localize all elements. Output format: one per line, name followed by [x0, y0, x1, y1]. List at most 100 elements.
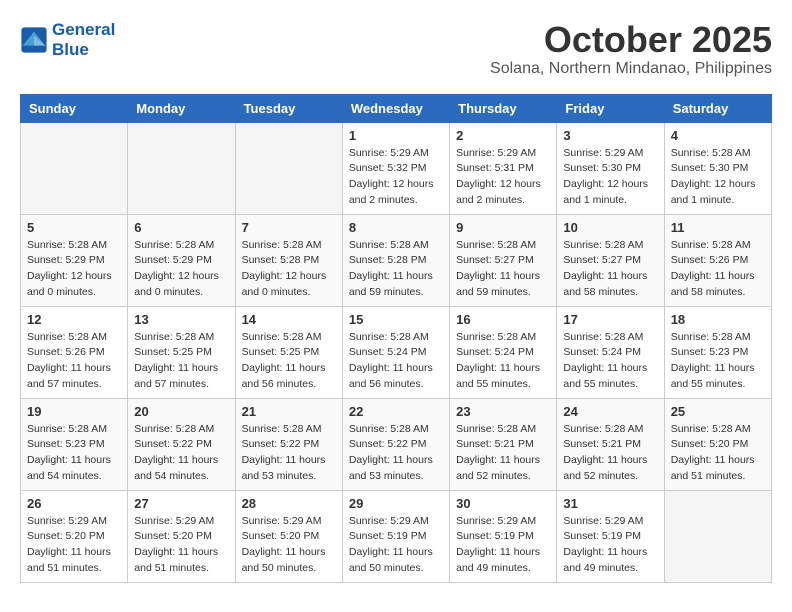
calendar-cell: 13Sunrise: 5:28 AMSunset: 5:25 PMDayligh…	[128, 306, 235, 398]
day-info: Sunrise: 5:29 AMSunset: 5:20 PMDaylight:…	[134, 514, 228, 577]
calendar-week-2: 5 Sunrise: 5:28 AMSunset: 5:29 PMDaylight…	[21, 214, 772, 306]
calendar-cell: 15 Sunrise: 5:28 AMSunset: 5:24 PMDayligh…	[342, 306, 449, 398]
day-info: Sunrise: 5:28 AMSunset: 5:22 PMDaylight:…	[349, 422, 443, 485]
calendar-cell: 11 Sunrise: 5:28 AMSunset: 5:26 PMDayligh…	[664, 214, 771, 306]
day-info: Sunrise: 5:28 AMSunset: 5:21 PMDaylight:…	[563, 422, 657, 485]
day-info: Sunrise: 5:28 AMSunset: 5:22 PMDaylight:…	[134, 422, 228, 485]
calendar-cell: 19 Sunrise: 5:28 AMSunset: 5:23 PMDayligh…	[21, 398, 128, 490]
weekday-header-friday: Friday	[557, 94, 664, 122]
day-info: Sunrise: 5:28 AMSunset: 5:28 PMDaylight:…	[349, 238, 443, 301]
day-info: Sunrise: 5:29 AMSunset: 5:19 PMDaylight:…	[456, 514, 550, 577]
day-number: 17	[563, 312, 657, 327]
logo-icon	[20, 26, 48, 54]
calendar-cell: 4 Sunrise: 5:28 AMSunset: 5:30 PMDaylight…	[664, 122, 771, 214]
day-info: Sunrise: 5:28 AMSunset: 5:24 PMDaylight:…	[349, 330, 443, 393]
day-info: Sunrise: 5:29 AMSunset: 5:19 PMDaylight:…	[349, 514, 443, 577]
day-number: 2	[456, 128, 550, 143]
calendar-cell: 30 Sunrise: 5:29 AMSunset: 5:19 PMDayligh…	[450, 490, 557, 582]
day-number: 9	[456, 220, 550, 235]
logo: General Blue	[20, 20, 115, 59]
day-info: Sunrise: 5:28 AMSunset: 5:29 PMDaylight:…	[134, 238, 228, 301]
calendar-cell: 12Sunrise: 5:28 AMSunset: 5:26 PMDayligh…	[21, 306, 128, 398]
day-number: 29	[349, 496, 443, 511]
calendar-cell: 1 Sunrise: 5:29 AMSunset: 5:32 PMDaylight…	[342, 122, 449, 214]
day-number: 19	[27, 404, 121, 419]
day-info: Sunrise: 5:29 AMSunset: 5:20 PMDaylight:…	[27, 514, 121, 577]
calendar-cell: 21 Sunrise: 5:28 AMSunset: 5:22 PMDayligh…	[235, 398, 342, 490]
weekday-header-monday: Monday	[128, 94, 235, 122]
day-info: Sunrise: 5:28 AMSunset: 5:28 PMDaylight:…	[242, 238, 336, 301]
day-info: Sunrise: 5:28 AMSunset: 5:21 PMDaylight:…	[456, 422, 550, 485]
day-number: 15	[349, 312, 443, 327]
day-info: Sunrise: 5:29 AMSunset: 5:19 PMDaylight:…	[563, 514, 657, 577]
month-title: October 2025	[490, 20, 772, 60]
calendar-cell	[21, 122, 128, 214]
calendar-cell: 9Sunrise: 5:28 AMSunset: 5:27 PMDaylight…	[450, 214, 557, 306]
calendar-cell	[664, 490, 771, 582]
day-number: 8	[349, 220, 443, 235]
day-number: 7	[242, 220, 336, 235]
calendar-cell: 14 Sunrise: 5:28 AMSunset: 5:25 PMDayligh…	[235, 306, 342, 398]
day-info: Sunrise: 5:28 AMSunset: 5:27 PMDaylight:…	[563, 238, 657, 301]
calendar-cell: 20 Sunrise: 5:28 AMSunset: 5:22 PMDayligh…	[128, 398, 235, 490]
weekday-header-saturday: Saturday	[664, 94, 771, 122]
day-number: 14	[242, 312, 336, 327]
day-number: 21	[242, 404, 336, 419]
calendar-cell: 27 Sunrise: 5:29 AMSunset: 5:20 PMDayligh…	[128, 490, 235, 582]
day-number: 24	[563, 404, 657, 419]
day-number: 23	[456, 404, 550, 419]
calendar-table: SundayMondayTuesdayWednesdayThursdayFrid…	[20, 94, 772, 583]
calendar-cell: 16 Sunrise: 5:28 AMSunset: 5:24 PMDayligh…	[450, 306, 557, 398]
weekday-header-wednesday: Wednesday	[342, 94, 449, 122]
day-number: 10	[563, 220, 657, 235]
day-number: 18	[671, 312, 765, 327]
calendar-cell: 18Sunrise: 5:28 AMSunset: 5:23 PMDayligh…	[664, 306, 771, 398]
day-info: Sunrise: 5:29 AMSunset: 5:20 PMDaylight:…	[242, 514, 336, 577]
day-info: Sunrise: 5:28 AMSunset: 5:24 PMDaylight:…	[563, 330, 657, 393]
day-info: Sunrise: 5:28 AMSunset: 5:26 PMDaylight:…	[671, 238, 765, 301]
day-info: Sunrise: 5:28 AMSunset: 5:22 PMDaylight:…	[242, 422, 336, 485]
day-info: Sunrise: 5:28 AMSunset: 5:24 PMDaylight:…	[456, 330, 550, 393]
day-number: 3	[563, 128, 657, 143]
calendar-week-1: 1 Sunrise: 5:29 AMSunset: 5:32 PMDaylight…	[21, 122, 772, 214]
day-info: Sunrise: 5:28 AMSunset: 5:30 PMDaylight:…	[671, 146, 765, 209]
calendar-cell: 22 Sunrise: 5:28 AMSunset: 5:22 PMDayligh…	[342, 398, 449, 490]
calendar-cell: 7 Sunrise: 5:28 AMSunset: 5:28 PMDaylight…	[235, 214, 342, 306]
day-number: 6	[134, 220, 228, 235]
day-info: Sunrise: 5:28 AMSunset: 5:23 PMDaylight:…	[27, 422, 121, 485]
calendar-cell: 5 Sunrise: 5:28 AMSunset: 5:29 PMDaylight…	[21, 214, 128, 306]
day-number: 31	[563, 496, 657, 511]
day-info: Sunrise: 5:29 AMSunset: 5:32 PMDaylight:…	[349, 146, 443, 209]
calendar-cell: 26 Sunrise: 5:29 AMSunset: 5:20 PMDayligh…	[21, 490, 128, 582]
day-number: 13	[134, 312, 228, 327]
day-info: Sunrise: 5:28 AMSunset: 5:29 PMDaylight:…	[27, 238, 121, 301]
weekday-header-row: SundayMondayTuesdayWednesdayThursdayFrid…	[21, 94, 772, 122]
calendar-cell: 17 Sunrise: 5:28 AMSunset: 5:24 PMDayligh…	[557, 306, 664, 398]
calendar-cell: 2 Sunrise: 5:29 AMSunset: 5:31 PMDaylight…	[450, 122, 557, 214]
logo-text: General Blue	[52, 20, 115, 59]
day-number: 20	[134, 404, 228, 419]
calendar-cell: 23 Sunrise: 5:28 AMSunset: 5:21 PMDayligh…	[450, 398, 557, 490]
calendar-week-3: 12Sunrise: 5:28 AMSunset: 5:26 PMDayligh…	[21, 306, 772, 398]
day-info: Sunrise: 5:28 AMSunset: 5:26 PMDaylight:…	[27, 330, 121, 393]
day-info: Sunrise: 5:29 AMSunset: 5:30 PMDaylight:…	[563, 146, 657, 209]
day-number: 27	[134, 496, 228, 511]
day-info: Sunrise: 5:28 AMSunset: 5:25 PMDaylight:…	[242, 330, 336, 393]
calendar-cell	[128, 122, 235, 214]
calendar-week-4: 19 Sunrise: 5:28 AMSunset: 5:23 PMDayligh…	[21, 398, 772, 490]
calendar-cell: 24 Sunrise: 5:28 AMSunset: 5:21 PMDayligh…	[557, 398, 664, 490]
day-number: 16	[456, 312, 550, 327]
calendar-cell	[235, 122, 342, 214]
day-number: 4	[671, 128, 765, 143]
calendar-cell: 6 Sunrise: 5:28 AMSunset: 5:29 PMDaylight…	[128, 214, 235, 306]
page-header: General Blue October 2025 Solana, Northe…	[20, 20, 772, 78]
day-number: 30	[456, 496, 550, 511]
day-number: 26	[27, 496, 121, 511]
weekday-header-tuesday: Tuesday	[235, 94, 342, 122]
day-number: 5	[27, 220, 121, 235]
day-number: 11	[671, 220, 765, 235]
weekday-header-thursday: Thursday	[450, 94, 557, 122]
day-number: 1	[349, 128, 443, 143]
day-info: Sunrise: 5:29 AMSunset: 5:31 PMDaylight:…	[456, 146, 550, 209]
day-number: 22	[349, 404, 443, 419]
